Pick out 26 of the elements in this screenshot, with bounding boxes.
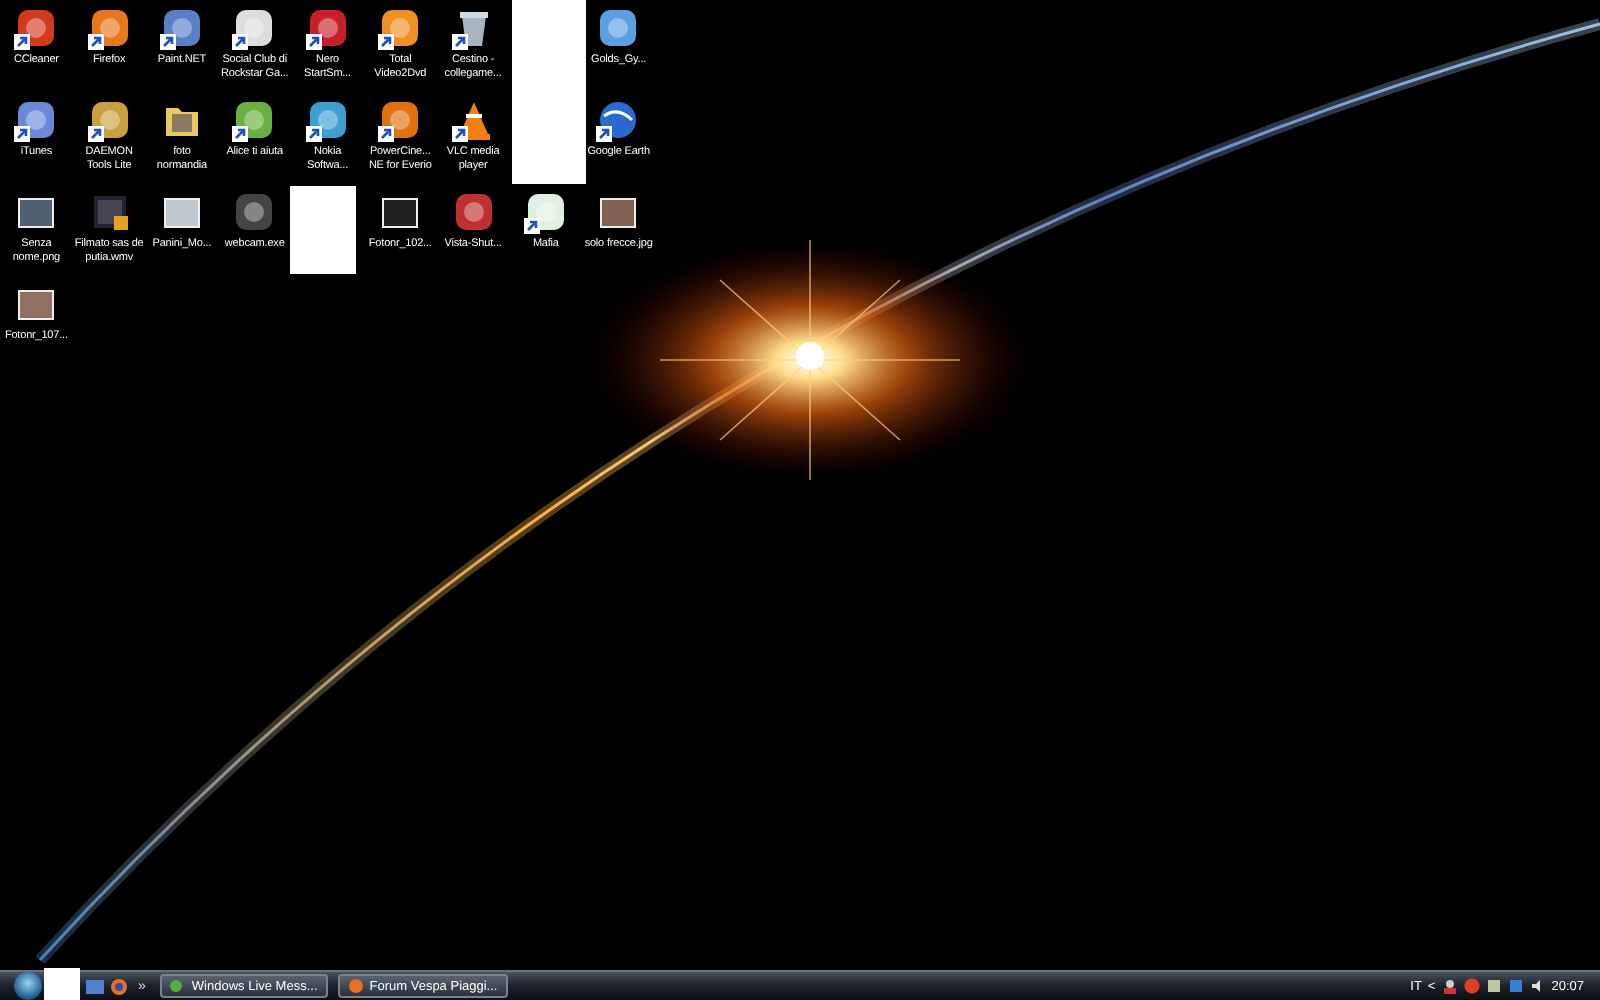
app-icon[interactable]: [523, 190, 568, 234]
app-icon[interactable]: [159, 6, 204, 50]
browser-icon[interactable]: [110, 977, 128, 995]
app-icon[interactable]: [87, 6, 132, 50]
app-icon[interactable]: [305, 98, 350, 142]
speaker-icon[interactable]: [1529, 978, 1546, 994]
app-icon[interactable]: [378, 98, 423, 142]
browser-icon: [347, 978, 364, 994]
messenger-icon: [169, 978, 186, 994]
app-icon[interactable]: [305, 6, 350, 50]
app-icon[interactable]: [596, 6, 641, 50]
app-icon[interactable]: [87, 98, 132, 142]
app-icon[interactable]: [14, 98, 59, 142]
app-icon[interactable]: [14, 6, 59, 50]
cone-icon[interactable]: [451, 98, 496, 142]
app-icon[interactable]: [232, 98, 277, 142]
start-button[interactable]: [14, 972, 42, 1000]
app-icon[interactable]: [378, 6, 423, 50]
desktop-icon[interactable]: [86, 977, 104, 995]
user-icon[interactable]: [1441, 978, 1458, 994]
app-icon[interactable]: [1485, 978, 1502, 994]
app-icon[interactable]: [451, 190, 496, 234]
network-icon[interactable]: [1507, 978, 1524, 994]
app-icon[interactable]: [232, 6, 277, 50]
blank-block: [44, 968, 80, 1000]
globe-icon[interactable]: [596, 98, 641, 142]
